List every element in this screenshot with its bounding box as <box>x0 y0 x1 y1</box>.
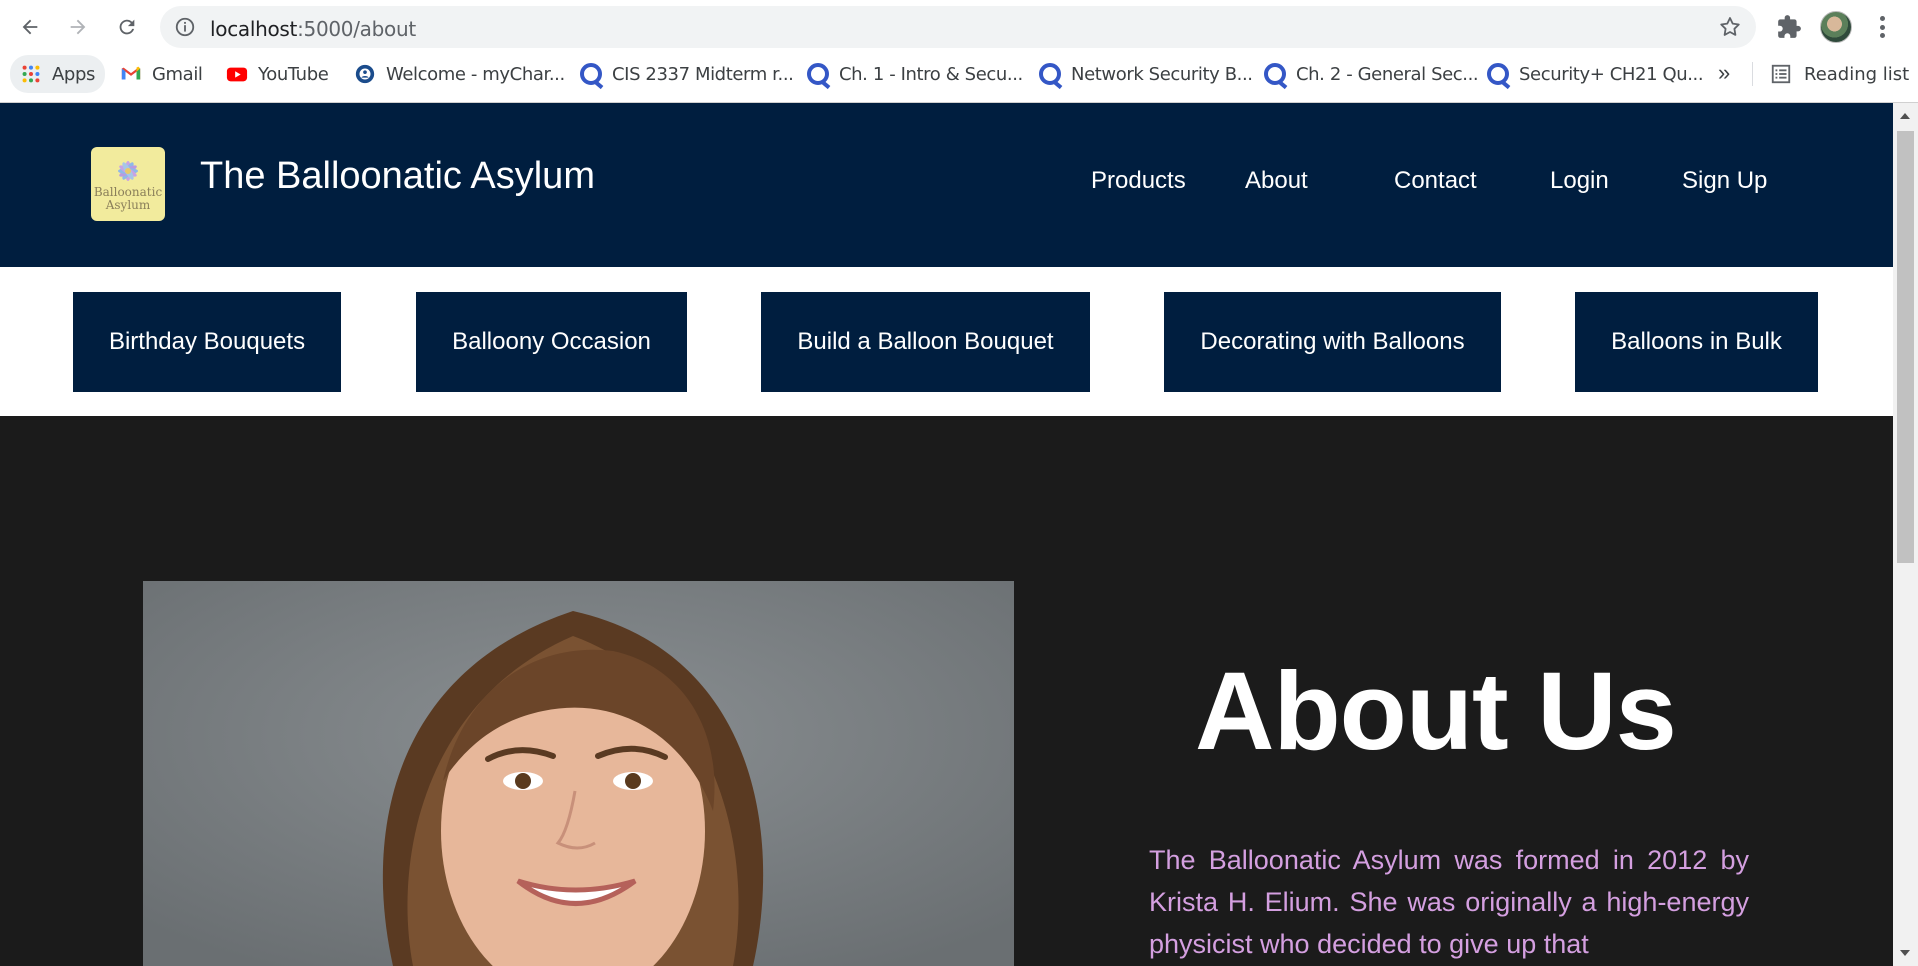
site-header: Balloonatic Asylum The Balloonatic Asylu… <box>0 103 1893 267</box>
about-section: About Us The Balloonatic Asylum was form… <box>0 416 1893 966</box>
category-balloony-occasion[interactable]: Balloony Occasion <box>416 292 687 392</box>
quizlet-icon <box>1487 63 1509 85</box>
url-path: :5000/about <box>297 17 416 41</box>
nav-sign-up[interactable]: Sign Up <box>1682 167 1767 195</box>
category-decorating-with-balloons[interactable]: Decorating with Balloons <box>1164 292 1501 392</box>
site-info-icon[interactable] <box>174 16 196 38</box>
nav-products[interactable]: Products <box>1091 167 1186 195</box>
address-bar[interactable]: localhost:5000/about <box>160 6 1756 48</box>
bookmark-apps[interactable]: Apps <box>10 55 105 93</box>
portrait-illustration <box>143 581 1014 966</box>
scroll-up-arrow-icon[interactable] <box>1900 113 1910 119</box>
forward-arrow-icon <box>70 19 86 35</box>
category-birthday-bouquets[interactable]: Birthday Bouquets <box>73 292 341 392</box>
about-paragraph: The Balloonatic Asylum was formed in 201… <box>1149 845 1749 959</box>
bookmark-star-icon[interactable] <box>1718 15 1742 39</box>
bookmark-label: Apps <box>52 63 95 85</box>
quizlet-icon <box>807 63 829 85</box>
bookmarks-overflow-icon[interactable]: » <box>1718 60 1730 86</box>
nav-about[interactable]: About <box>1245 167 1308 195</box>
category-bar: Birthday Bouquets Balloony Occasion Buil… <box>0 267 1893 416</box>
reload-icon <box>119 19 135 35</box>
bookmark-quizlet-3[interactable]: Network Security B... <box>1039 56 1253 92</box>
site-logo[interactable]: Balloonatic Asylum <box>91 147 165 221</box>
nav-contact[interactable]: Contact <box>1394 167 1477 195</box>
bookmark-quizlet-1[interactable]: CIS 2337 Midterm r... <box>580 56 794 92</box>
bookmark-quizlet-5[interactable]: Security+ CH21 Qu... <box>1487 56 1704 92</box>
mychart-icon <box>354 63 376 85</box>
reload-button[interactable] <box>110 10 144 44</box>
extensions-puzzle-icon[interactable] <box>1776 14 1802 40</box>
bookmark-label: Security+ CH21 Qu... <box>1519 63 1704 85</box>
logo-text-line2: Asylum <box>105 198 151 212</box>
bookmark-label: CIS 2337 Midterm r... <box>612 63 794 85</box>
gmail-icon <box>120 63 142 85</box>
url-host: localhost <box>210 17 298 41</box>
bookmark-label: Gmail <box>152 63 203 85</box>
scrollbar-thumb[interactable] <box>1897 131 1914 563</box>
bookmark-label: Welcome - myChar... <box>386 63 565 85</box>
youtube-icon <box>226 63 248 85</box>
bookmark-gmail[interactable]: Gmail <box>120 56 203 92</box>
browser-chrome: localhost:5000/about Apps Gmail YouTube <box>0 0 1918 103</box>
browser-menu-icon[interactable] <box>1872 12 1892 42</box>
category-build-a-balloon-bouquet[interactable]: Build a Balloon Bouquet <box>761 292 1090 392</box>
bookmark-label: Ch. 1 - Intro & Secu... <box>839 63 1023 85</box>
bookmark-mychart[interactable]: Welcome - myChar... <box>354 56 565 92</box>
bookmark-label: Ch. 2 - General Sec... <box>1296 63 1479 85</box>
nav-login[interactable]: Login <box>1550 167 1609 195</box>
bookmark-label: Network Security B... <box>1071 63 1253 85</box>
forward-button[interactable] <box>61 10 95 44</box>
flower-logo-icon <box>118 161 138 181</box>
bookmark-quizlet-4[interactable]: Ch. 2 - General Sec... <box>1264 56 1479 92</box>
quizlet-icon <box>1039 63 1061 85</box>
founder-portrait <box>143 581 1014 966</box>
about-heading: About Us <box>1195 650 1677 773</box>
reading-list-button[interactable]: Reading list <box>1770 56 1909 92</box>
site-title[interactable]: The Balloonatic Asylum <box>200 155 595 198</box>
scroll-down-arrow-icon[interactable] <box>1900 950 1910 956</box>
apps-grid-icon <box>20 63 42 85</box>
reading-list-icon <box>1771 64 1791 84</box>
bookmarks-divider <box>1752 62 1753 86</box>
quizlet-icon <box>1264 63 1286 85</box>
page-scrollbar[interactable] <box>1893 103 1918 966</box>
bookmark-label: YouTube <box>258 63 329 85</box>
bookmark-quizlet-2[interactable]: Ch. 1 - Intro & Secu... <box>807 56 1023 92</box>
quizlet-icon <box>580 63 602 85</box>
category-balloons-in-bulk[interactable]: Balloons in Bulk <box>1575 292 1818 392</box>
profile-avatar[interactable] <box>1820 11 1852 43</box>
reading-list-label: Reading list <box>1804 63 1910 85</box>
bookmark-youtube[interactable]: YouTube <box>226 56 329 92</box>
back-button[interactable] <box>13 10 47 44</box>
back-arrow-icon <box>22 19 38 35</box>
url-text[interactable]: localhost:5000/about <box>210 17 416 41</box>
